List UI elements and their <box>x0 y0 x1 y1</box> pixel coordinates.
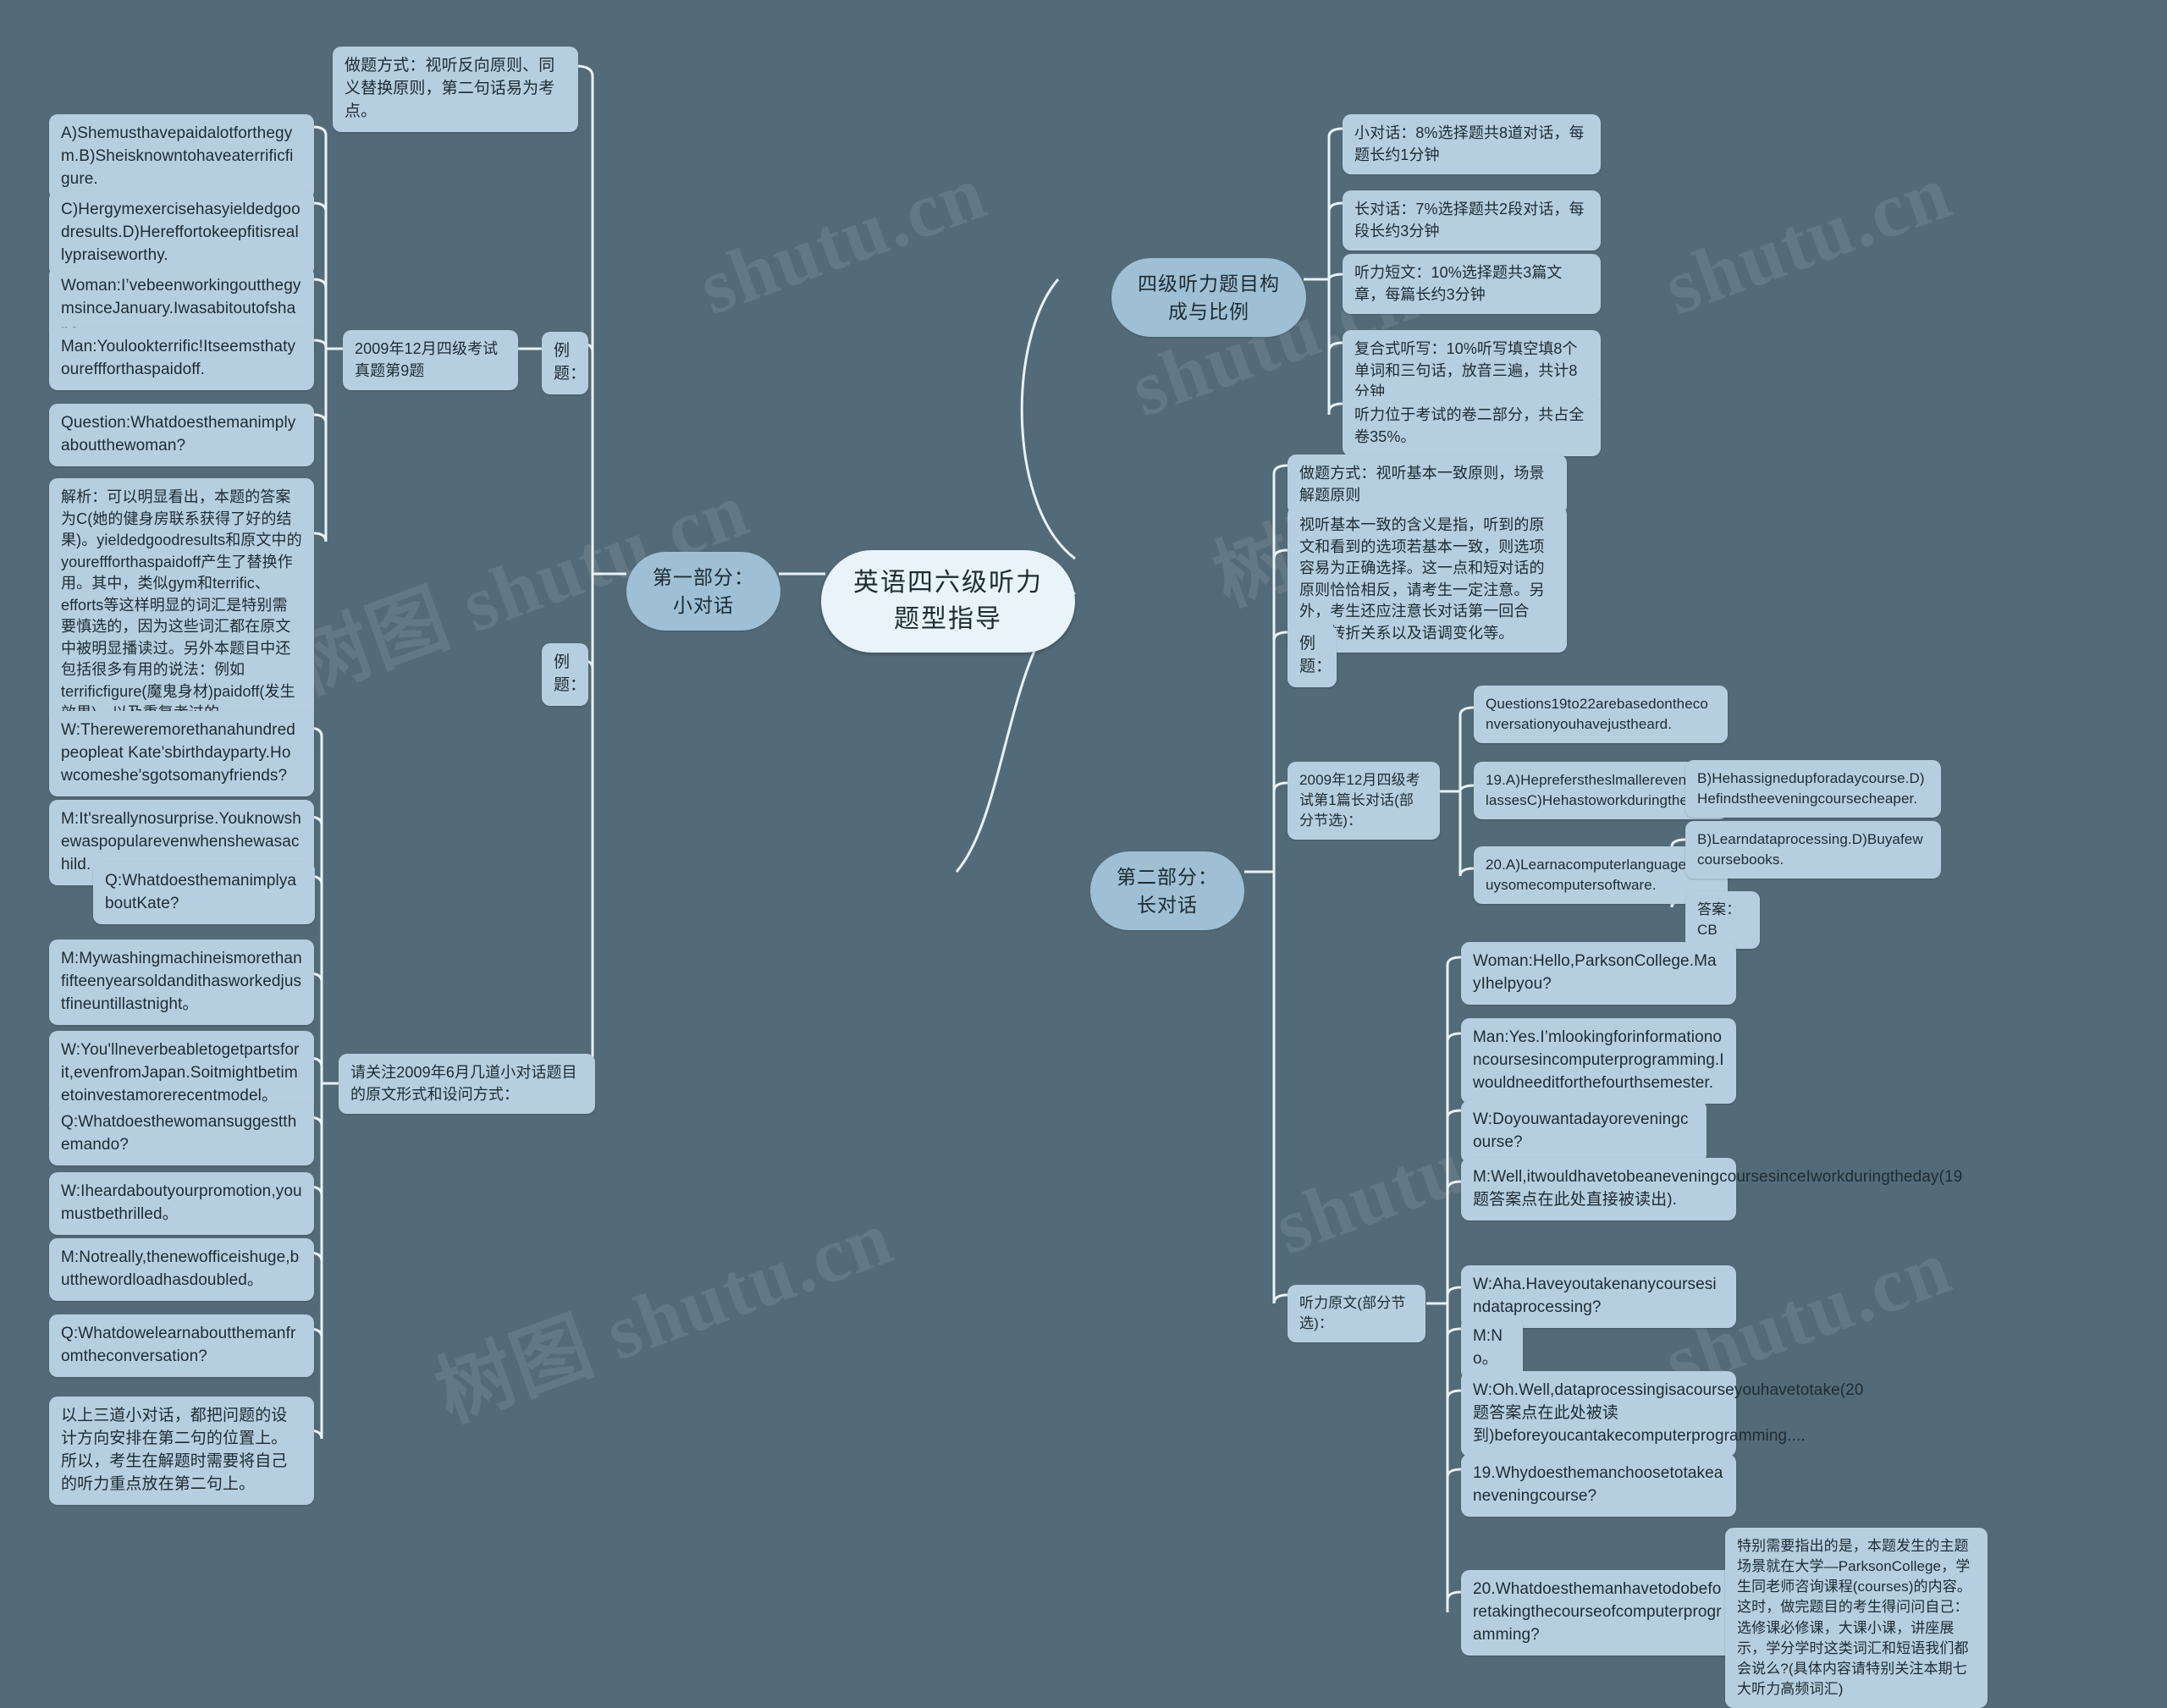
part1-man-line[interactable]: Man:Youlookterrific!Itseemsthatyourefffo… <box>49 328 314 390</box>
part2-transcript-0[interactable]: Woman:Hello,ParksonCollege.MayIhelpyou? <box>1461 942 1736 1005</box>
part1-dialogue-5[interactable]: Q:Whatdoesthewomansuggestthemando? <box>49 1103 314 1165</box>
branch-structure[interactable]: 四级听力题目构成与比例 <box>1111 258 1306 338</box>
part1-example-label-bottom[interactable]: 例题： <box>542 643 588 706</box>
part1-summary[interactable]: 以上三道小对话，都把问题的设计方向安排在第二句的位置上。所以，考生在解题时需要将… <box>49 1397 314 1505</box>
structure-item-0[interactable]: 小对话：8%选择题共8道对话，每题长约1分钟 <box>1343 114 1601 175</box>
structure-item-4[interactable]: 听力位于考试的卷二部分，共占全卷35%。 <box>1343 396 1601 457</box>
part1-focus-note[interactable]: 请关注2009年6月几道小对话题目的原文形式和设问方式： <box>339 1054 595 1115</box>
watermark: 树图 shutu.cn <box>425 1193 904 1438</box>
part2-transcript-7[interactable]: 19.Whydoesthemanchoosetotakeaneveningcou… <box>1461 1454 1736 1517</box>
part2-special-note[interactable]: 特别需要指出的是，本题发生的主题场景就在大学—ParksonCollege，学生… <box>1725 1528 1988 1708</box>
part2-exam-source[interactable]: 2009年12月四级考试第1篇长对话(部分节选)： <box>1288 762 1440 840</box>
watermark: shutu.cn <box>1653 148 1962 331</box>
part2-transcript-5[interactable]: M:No。 <box>1461 1317 1523 1380</box>
watermark: shutu.cn <box>688 148 997 331</box>
root-node[interactable]: 英语四六级听力题型指导 <box>821 550 1075 653</box>
structure-item-2[interactable]: 听力短文：10%选择题共3篇文章，每篇长约3分钟 <box>1343 254 1601 315</box>
part1-dialogue-8[interactable]: Q:Whatdowelearnaboutthemanfromtheconvers… <box>49 1314 314 1377</box>
part1-dialogue-3[interactable]: M:Mywashingmachineismorethanfifteenyears… <box>49 939 314 1025</box>
structure-item-1[interactable]: 长对话：7%选择题共2段对话，每段长约3分钟 <box>1343 190 1601 251</box>
branch-part1[interactable]: 第一部分：小对话 <box>626 552 780 631</box>
part2-answer[interactable]: 答案：CB <box>1685 891 1760 950</box>
part1-dialogue-7[interactable]: M:Notreally,thenewofficeishuge,butthewor… <box>49 1238 314 1301</box>
part1-method[interactable]: 做题方式：视听反向原则、同义替换原则，第二句话易为考点。 <box>333 47 578 132</box>
part1-dialogue-0[interactable]: W:Thereweremorethanahundredpeopleat Kate… <box>49 711 314 796</box>
part1-exam-source[interactable]: 2009年12月四级考试真题第9题 <box>343 330 518 391</box>
part2-q20-bd[interactable]: B)Learndataprocessing.D)Buyafewcourseboo… <box>1685 821 1941 879</box>
part1-dialogue-2[interactable]: Q:WhatdoesthemanimplyaboutKate? <box>93 862 315 924</box>
part2-q19-bd[interactable]: B)Hehassignedupforadaycourse.D)Hefindsth… <box>1685 760 1941 818</box>
part1-example-label-top[interactable]: 例题： <box>542 332 588 394</box>
part2-example-label[interactable]: 例题： <box>1288 625 1337 687</box>
part1-options-cd[interactable]: C)Hergymexercisehasyieldedgoodresults.D)… <box>49 190 314 276</box>
part1-options-ab[interactable]: A)Shemusthavepaidalotforthegym.B)Sheiskn… <box>49 114 314 200</box>
part1-dialogue-6[interactable]: W:Iheardaboutyourpromotion,youmustbethri… <box>49 1172 314 1235</box>
part2-transcript-6[interactable]: W:Oh.Well,dataprocessingisacourseyouhave… <box>1461 1371 1863 1457</box>
part2-transcript-1[interactable]: Man:Yes.I’mlookingforinformationoncourse… <box>1461 1018 1736 1104</box>
part2-transcript-3[interactable]: M:Well,itwouldhavetobeaneveningcoursesin… <box>1461 1158 1962 1220</box>
part2-question-intro[interactable]: Questions19to22arebasedontheconversation… <box>1474 686 1728 744</box>
part2-transcript-2[interactable]: W:Doyouwantadayoreveningcourse? <box>1461 1100 1707 1163</box>
branch-part2[interactable]: 第二部分：长对话 <box>1090 851 1244 931</box>
part1-question-line[interactable]: Question:Whatdoesthemanimplyaboutthewoma… <box>49 404 314 466</box>
part2-transcript-8[interactable]: 20.Whatdoesthemanhavetodobeforetakingthe… <box>1461 1570 1736 1656</box>
part2-transcript-label[interactable]: 听力原文(部分节选)： <box>1288 1285 1425 1343</box>
